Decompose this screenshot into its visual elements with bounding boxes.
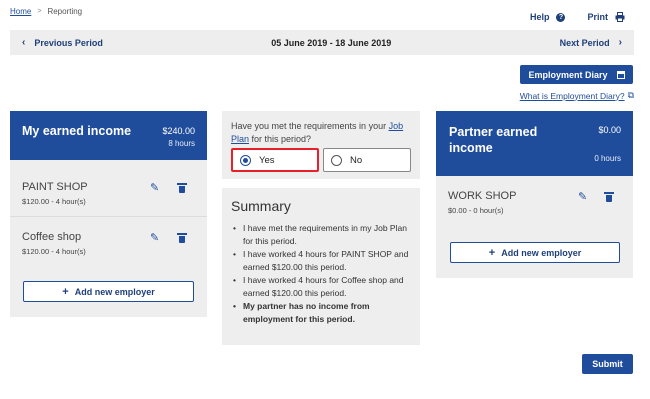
chevron-right-icon: › — [618, 37, 622, 48]
my-income-hours: 8 hours — [168, 139, 195, 148]
breadcrumb: Home > Reporting — [10, 7, 82, 16]
my-income-header: My earned income $240.00 8 hours — [10, 111, 207, 160]
no-label: No — [350, 154, 363, 166]
radio-selected-icon — [240, 154, 251, 166]
summary-item: I have worked 4 hours for Coffee shop an… — [231, 274, 415, 300]
breadcrumb-home-link[interactable]: Home — [10, 7, 31, 16]
employer-row: Coffee shop $120.00 - 4 hour(s) ✎ — [10, 217, 207, 267]
previous-period-button[interactable]: ‹ Previous Period — [22, 37, 103, 48]
delete-trash-icon[interactable] — [177, 233, 188, 243]
employer-row: WORK SHOP $0.00 - 0 hour(s) ✎ — [436, 176, 633, 226]
calendar-icon — [616, 70, 625, 79]
question-text-after: for this period? — [249, 134, 312, 144]
my-income-amount: $240.00 — [162, 126, 195, 136]
summary-item: I have worked 4 hours for PAINT SHOP and… — [231, 248, 415, 274]
employer-row: PAINT SHOP $120.00 - 4 hour(s) ✎ — [10, 167, 207, 217]
employment-diary-button[interactable]: Employment Diary — [520, 65, 633, 84]
summary-list: I have met the requirements in my Job Pl… — [231, 222, 415, 326]
breadcrumb-separator: > — [37, 8, 42, 15]
submit-button[interactable]: Submit — [582, 354, 633, 374]
edit-pencil-icon[interactable]: ✎ — [578, 192, 588, 203]
partner-income-header: Partner earned income $0.00 0 hours — [436, 111, 633, 176]
yes-radio-option[interactable]: Yes — [231, 148, 319, 172]
help-button[interactable]: Help ? — [530, 12, 566, 22]
radio-unselected-icon — [331, 154, 342, 166]
print-label: Print — [587, 12, 608, 22]
previous-period-label: Previous Period — [34, 37, 103, 48]
employer-name: Coffee shop — [22, 231, 82, 243]
question-text-before: Have you met the requirements in your — [231, 121, 389, 131]
employment-diary-label: Employment Diary — [528, 69, 608, 80]
help-label: Help — [529, 12, 550, 22]
summary-panel: Summary I have met the requirements in m… — [222, 188, 420, 345]
summary-item: My partner has no income from employment… — [231, 300, 415, 326]
printer-icon — [615, 12, 625, 22]
add-new-employer-label: Add new employer — [501, 247, 582, 258]
next-period-label: Next Period — [559, 37, 610, 48]
partner-income-title: Partner earned income — [449, 125, 538, 155]
employer-name: PAINT SHOP — [22, 181, 88, 193]
summary-item: I have met the requirements in my Job Pl… — [231, 222, 415, 248]
partner-earned-income-panel: Partner earned income $0.00 0 hours WORK… — [436, 111, 633, 278]
next-period-button[interactable]: Next Period › — [560, 37, 622, 48]
delete-trash-icon[interactable] — [604, 192, 615, 202]
chevron-left-icon: ‹ — [22, 37, 26, 48]
print-button[interactable]: Print — [587, 12, 625, 22]
period-bar: ‹ Previous Period 05 June 2019 - 18 June… — [10, 30, 634, 55]
my-earned-income-panel: My earned income $240.00 8 hours PAINT S… — [10, 111, 207, 317]
plus-icon: + — [488, 246, 496, 259]
employer-detail: $120.00 - 4 hour(s) — [22, 197, 86, 206]
top-actions: Help ? Print — [530, 12, 625, 22]
yes-label: Yes — [259, 154, 275, 166]
employer-detail: $120.00 - 4 hour(s) — [22, 247, 86, 256]
edit-pencil-icon[interactable]: ✎ — [150, 233, 160, 244]
my-income-title: My earned income — [22, 124, 132, 138]
add-new-employer-label: Add new employer — [74, 286, 155, 297]
partner-income-amount: $0.00 — [598, 125, 621, 135]
plus-icon: + — [62, 285, 69, 298]
edit-pencil-icon[interactable]: ✎ — [150, 183, 160, 194]
summary-title: Summary — [231, 198, 291, 214]
what-is-employment-diary-link[interactable]: What is Employment Diary? — [520, 91, 625, 101]
employer-name: WORK SHOP — [448, 190, 517, 202]
employer-detail: $0.00 - 0 hour(s) — [448, 206, 504, 215]
employment-diary-help: What is Employment Diary? ⧉ — [520, 90, 634, 101]
job-plan-question: Have you met the requirements in your Jo… — [231, 120, 413, 146]
external-link-icon: ⧉ — [627, 90, 634, 100]
period-range: 05 June 2019 - 18 June 2019 — [271, 37, 392, 48]
delete-trash-icon[interactable] — [177, 183, 188, 193]
no-radio-option[interactable]: No — [323, 148, 411, 172]
add-new-employer-button[interactable]: + Add new employer — [450, 242, 620, 263]
job-plan-question-panel: Have you met the requirements in your Jo… — [222, 111, 420, 179]
breadcrumb-current: Reporting — [47, 7, 83, 16]
partner-income-hours: 0 hours — [594, 154, 621, 163]
help-icon: ? — [556, 12, 566, 22]
add-new-employer-button[interactable]: + Add new employer — [23, 281, 194, 302]
